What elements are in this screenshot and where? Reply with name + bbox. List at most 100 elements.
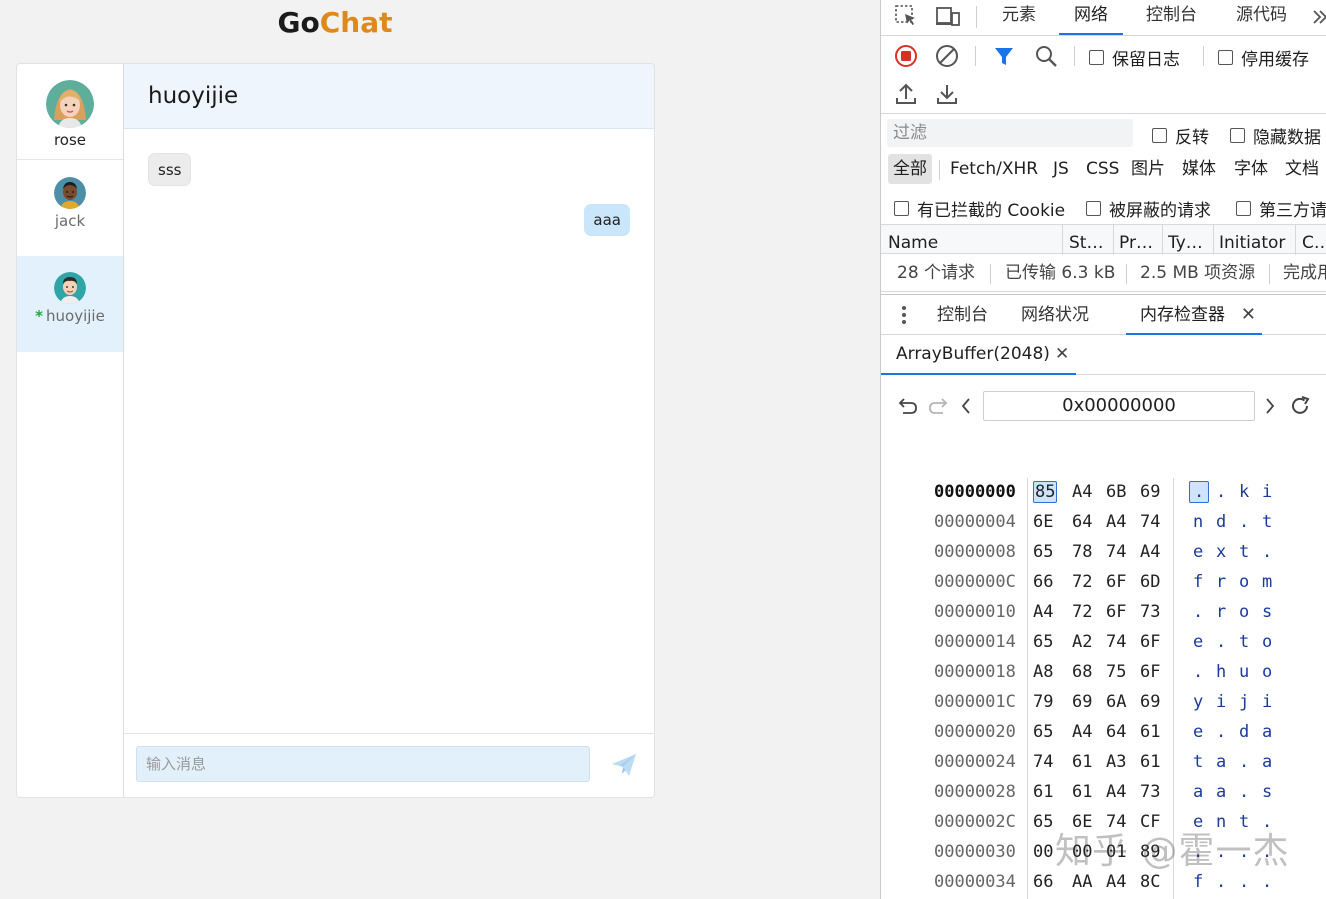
hex-ascii-char[interactable]: . xyxy=(1189,481,1210,503)
hex-ascii-char[interactable]: o xyxy=(1262,662,1272,682)
hex-ascii-char[interactable]: u xyxy=(1239,662,1249,682)
hex-byte[interactable]: 65 xyxy=(1033,812,1053,832)
hex-ascii-char[interactable]: n xyxy=(1193,512,1203,532)
undo-icon[interactable] xyxy=(897,396,919,420)
hex-byte[interactable]: 61 xyxy=(1140,722,1160,742)
hex-ascii-char[interactable]: f xyxy=(1193,872,1203,892)
hex-byte[interactable]: 69 xyxy=(1140,692,1160,712)
hex-byte[interactable]: 8C xyxy=(1140,872,1160,892)
hex-ascii-char[interactable]: t xyxy=(1193,752,1203,772)
redo-icon[interactable] xyxy=(927,396,949,420)
hex-byte[interactable]: 69 xyxy=(1140,482,1160,502)
hex-byte[interactable]: 61 xyxy=(1140,752,1160,772)
hex-byte[interactable]: 74 xyxy=(1033,752,1053,772)
type-js[interactable]: JS xyxy=(1053,154,1069,184)
disable-cache-checkbox[interactable]: 停用缓存 xyxy=(1218,45,1309,70)
hex-byte[interactable]: 73 xyxy=(1140,602,1160,622)
hex-byte[interactable]: A2 xyxy=(1072,632,1092,652)
hex-ascii-char[interactable]: r xyxy=(1216,572,1226,592)
hex-ascii-char[interactable]: a xyxy=(1216,782,1226,802)
hex-ascii-char[interactable]: . xyxy=(1262,542,1272,562)
hex-ascii-char[interactable]: a xyxy=(1193,782,1203,802)
hex-ascii-char[interactable]: a xyxy=(1216,752,1226,772)
hex-ascii-char[interactable]: . xyxy=(1262,872,1272,892)
column-name[interactable]: Name xyxy=(888,225,1060,255)
inspect-element-icon[interactable] xyxy=(894,4,918,32)
type-font[interactable]: 字体 xyxy=(1234,154,1268,184)
hex-ascii-char[interactable]: s xyxy=(1262,782,1272,802)
hex-byte[interactable]: 85 xyxy=(1033,481,1058,503)
tab-elements[interactable]: 元素 xyxy=(1002,0,1036,35)
hex-byte[interactable]: 6F xyxy=(1106,602,1126,622)
hex-ascii-char[interactable]: . xyxy=(1216,482,1226,502)
type-all[interactable]: 全部 xyxy=(888,154,932,184)
close-icon[interactable]: ✕ xyxy=(1241,295,1256,335)
refresh-icon[interactable] xyxy=(1289,395,1311,421)
hex-byte[interactable]: 74 xyxy=(1106,542,1126,562)
hide-data-urls-checkbox[interactable]: 隐藏数据 xyxy=(1230,123,1321,148)
tab-sources[interactable]: 源代码 xyxy=(1236,0,1287,35)
column-status[interactable]: St… xyxy=(1069,225,1114,255)
hex-byte[interactable]: 73 xyxy=(1140,782,1160,802)
drawer-tab-console[interactable]: 控制台 xyxy=(937,295,988,335)
hex-byte[interactable]: 75 xyxy=(1106,662,1126,682)
hex-ascii-char[interactable]: e xyxy=(1193,632,1203,652)
hex-ascii-char[interactable]: i xyxy=(1262,482,1272,502)
hex-byte[interactable]: 64 xyxy=(1106,722,1126,742)
hex-byte[interactable]: 64 xyxy=(1072,512,1092,532)
export-har-icon[interactable] xyxy=(936,82,958,110)
type-doc[interactable]: 文档 xyxy=(1285,154,1319,184)
contact-jack[interactable]: jack xyxy=(17,160,123,256)
third-party-checkbox[interactable]: 第三方请 xyxy=(1236,196,1326,221)
hex-ascii-char[interactable]: t xyxy=(1239,542,1249,562)
hex-byte[interactable]: A4 xyxy=(1033,602,1053,622)
hex-ascii-char[interactable]: . xyxy=(1216,632,1226,652)
hex-ascii-char[interactable]: . xyxy=(1239,782,1249,802)
tab-network[interactable]: 网络 xyxy=(1059,0,1123,35)
more-options-icon[interactable] xyxy=(901,305,907,329)
hex-byte[interactable]: A3 xyxy=(1106,752,1126,772)
hex-ascii-char[interactable]: r xyxy=(1216,602,1226,622)
hex-byte[interactable]: A4 xyxy=(1140,542,1160,562)
hex-byte[interactable]: 6A xyxy=(1106,692,1126,712)
preserve-log-checkbox[interactable]: 保留日志 xyxy=(1089,45,1180,70)
hex-ascii-char[interactable]: y xyxy=(1193,692,1203,712)
hex-ascii-char[interactable]: k xyxy=(1239,482,1249,502)
hex-byte[interactable]: A4 xyxy=(1106,872,1126,892)
hex-byte[interactable]: 61 xyxy=(1072,752,1092,772)
close-icon[interactable]: ✕ xyxy=(1055,335,1069,373)
hex-byte[interactable]: 6F xyxy=(1140,662,1160,682)
chevron-right-icon[interactable] xyxy=(1264,397,1276,419)
hex-byte[interactable]: 6B xyxy=(1106,482,1126,502)
hex-byte[interactable]: 6D xyxy=(1140,572,1160,592)
hex-byte[interactable]: 6F xyxy=(1140,632,1160,652)
hex-byte[interactable]: 6F xyxy=(1106,572,1126,592)
hex-ascii-char[interactable]: o xyxy=(1262,632,1272,652)
hex-ascii-char[interactable]: e xyxy=(1193,542,1203,562)
hex-ascii-char[interactable]: o xyxy=(1239,572,1249,592)
hex-ascii-char[interactable]: e xyxy=(1193,722,1203,742)
hex-byte[interactable]: 00 xyxy=(1033,842,1053,862)
hex-byte[interactable]: AA xyxy=(1072,872,1092,892)
hex-ascii-char[interactable]: . xyxy=(1239,872,1249,892)
hex-byte[interactable]: 68 xyxy=(1072,662,1092,682)
hex-byte[interactable]: 66 xyxy=(1033,572,1053,592)
send-button[interactable] xyxy=(610,751,638,779)
hex-byte[interactable]: 69 xyxy=(1072,692,1092,712)
chevron-left-icon[interactable] xyxy=(960,397,972,419)
column-initiator[interactable]: Initiator xyxy=(1219,225,1299,255)
hex-ascii-char[interactable]: d xyxy=(1216,512,1226,532)
device-toolbar-icon[interactable] xyxy=(935,4,961,32)
column-cookies[interactable]: C… xyxy=(1302,225,1326,255)
tab-console[interactable]: 控制台 xyxy=(1146,0,1197,35)
hex-byte[interactable]: 6E xyxy=(1033,512,1053,532)
hex-byte[interactable]: 72 xyxy=(1072,572,1092,592)
hex-byte[interactable]: 72 xyxy=(1072,602,1092,622)
filter-icon[interactable] xyxy=(993,45,1015,71)
import-har-icon[interactable] xyxy=(895,82,917,110)
hex-byte[interactable]: A4 xyxy=(1106,512,1126,532)
search-icon[interactable] xyxy=(1034,44,1058,72)
hex-ascii-char[interactable]: h xyxy=(1216,662,1226,682)
hex-ascii-char[interactable]: t xyxy=(1239,632,1249,652)
hex-ascii-char[interactable]: a xyxy=(1262,722,1272,742)
